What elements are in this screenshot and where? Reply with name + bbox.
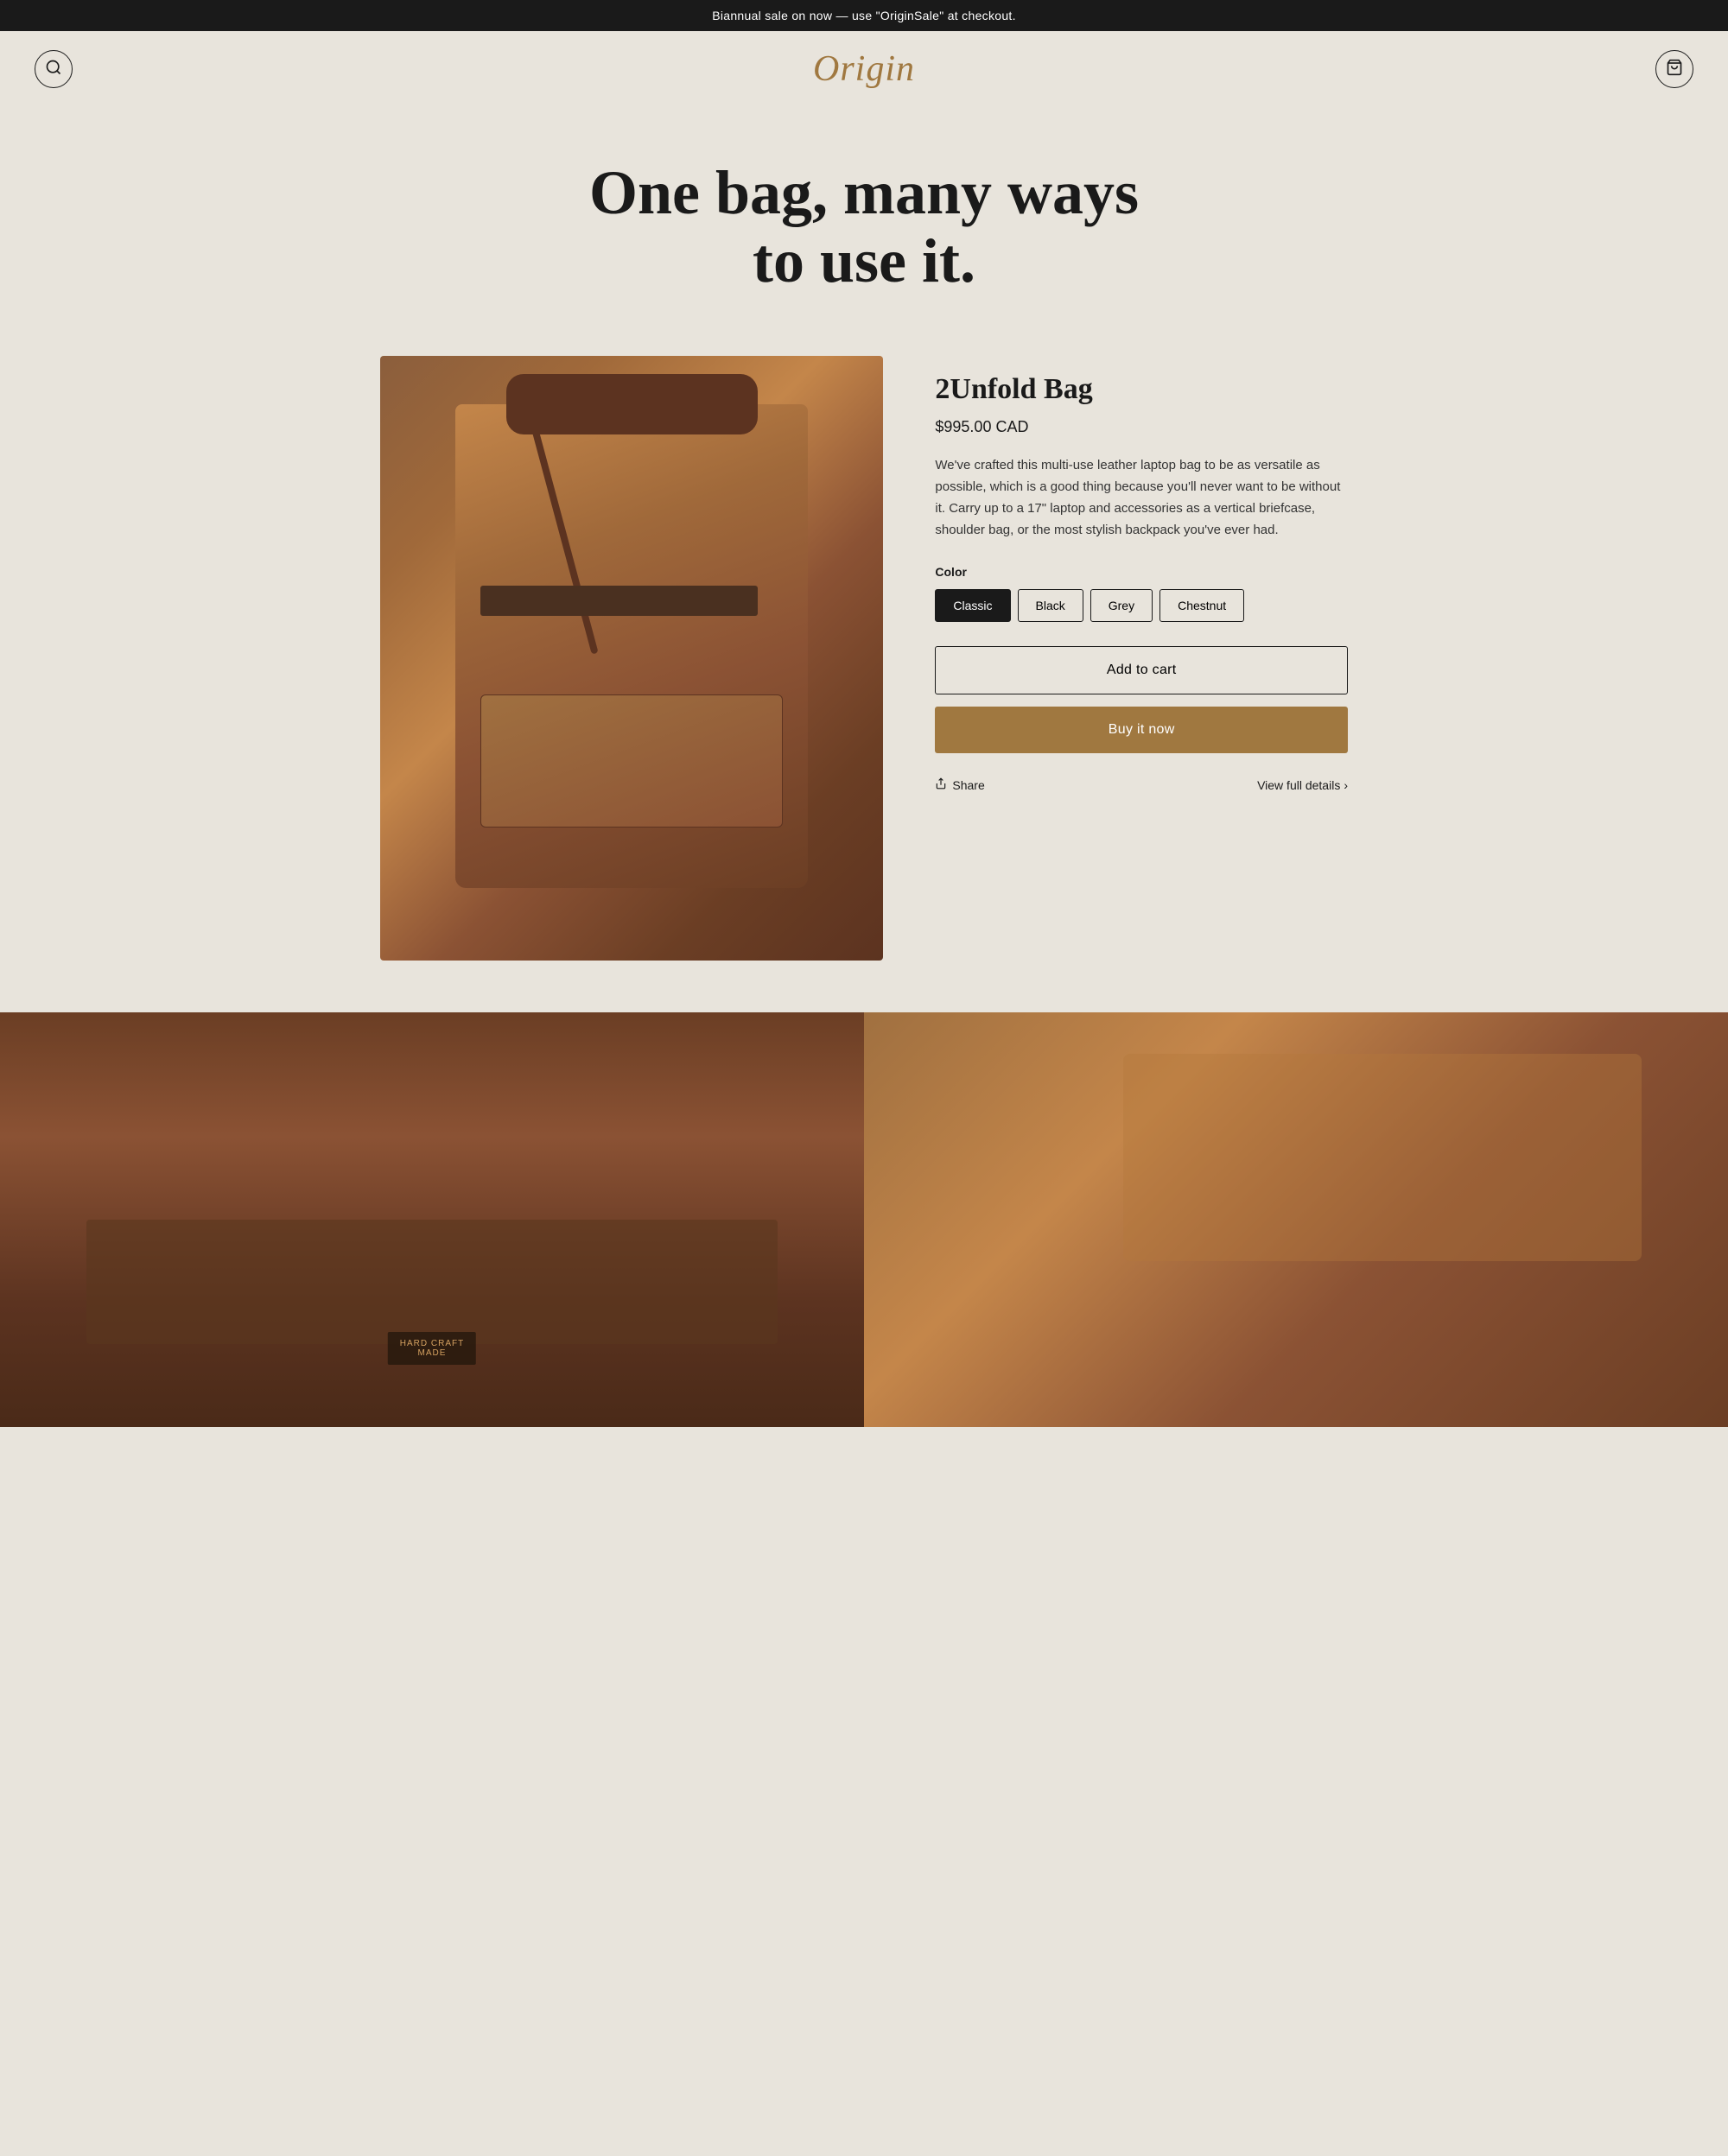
gallery-image-left: HARD CRAFTMADE — [0, 1012, 864, 1427]
badge-text: HARD CRAFTMADE — [400, 1339, 464, 1358]
gallery-image-right — [864, 1012, 1728, 1427]
arrow-right-icon: › — [1344, 778, 1348, 792]
announcement-bar: Biannual sale on now — use "OriginSale" … — [0, 0, 1728, 31]
view-full-details-link[interactable]: View full details › — [1257, 778, 1348, 792]
product-name: 2Unfold Bag — [935, 373, 1348, 406]
gallery-section: HARD CRAFTMADE — [0, 1012, 1728, 1427]
price-label: $995.00 CAD — [935, 418, 1028, 435]
site-logo[interactable]: Origin — [813, 48, 915, 90]
add-to-cart-button[interactable]: Add to cart — [935, 646, 1348, 694]
color-option-grey[interactable]: Grey — [1090, 589, 1153, 622]
product-description: We've crafted this multi-use leather lap… — [935, 455, 1348, 541]
color-option-chestnut[interactable]: Chestnut — [1159, 589, 1244, 622]
product-details: 2Unfold Bag $995.00 CAD We've crafted th… — [935, 356, 1348, 792]
color-options: Classic Black Grey Chestnut — [935, 589, 1348, 622]
product-price: $995.00 CAD — [935, 418, 1348, 436]
cart-button[interactable] — [1655, 50, 1693, 88]
view-full-details-label: View full details — [1257, 778, 1340, 792]
bag-zipper-decoration — [480, 586, 757, 616]
buy-now-button[interactable]: Buy it now — [935, 707, 1348, 753]
hero-title: One bag, many ways to use it. — [518, 159, 1210, 295]
hero-section: One bag, many ways to use it. — [0, 107, 1728, 339]
header: Origin — [0, 31, 1728, 107]
color-label: Color — [935, 565, 1348, 579]
color-option-classic[interactable]: Classic — [935, 589, 1010, 622]
product-image-container — [380, 356, 883, 961]
product-section: 2Unfold Bag $995.00 CAD We've crafted th… — [346, 339, 1382, 1012]
bag-pocket-decoration — [480, 694, 782, 828]
color-option-black[interactable]: Black — [1018, 589, 1083, 622]
gallery-badge: HARD CRAFTMADE — [388, 1332, 476, 1365]
search-icon — [45, 59, 62, 80]
announcement-text: Biannual sale on now — use "OriginSale" … — [712, 9, 1016, 22]
share-button[interactable]: Share — [935, 777, 984, 792]
share-icon — [935, 777, 947, 792]
search-button[interactable] — [35, 50, 73, 88]
product-image — [380, 356, 883, 961]
share-label: Share — [952, 778, 984, 792]
product-actions: Share View full details › — [935, 777, 1348, 792]
cart-icon — [1666, 59, 1683, 80]
